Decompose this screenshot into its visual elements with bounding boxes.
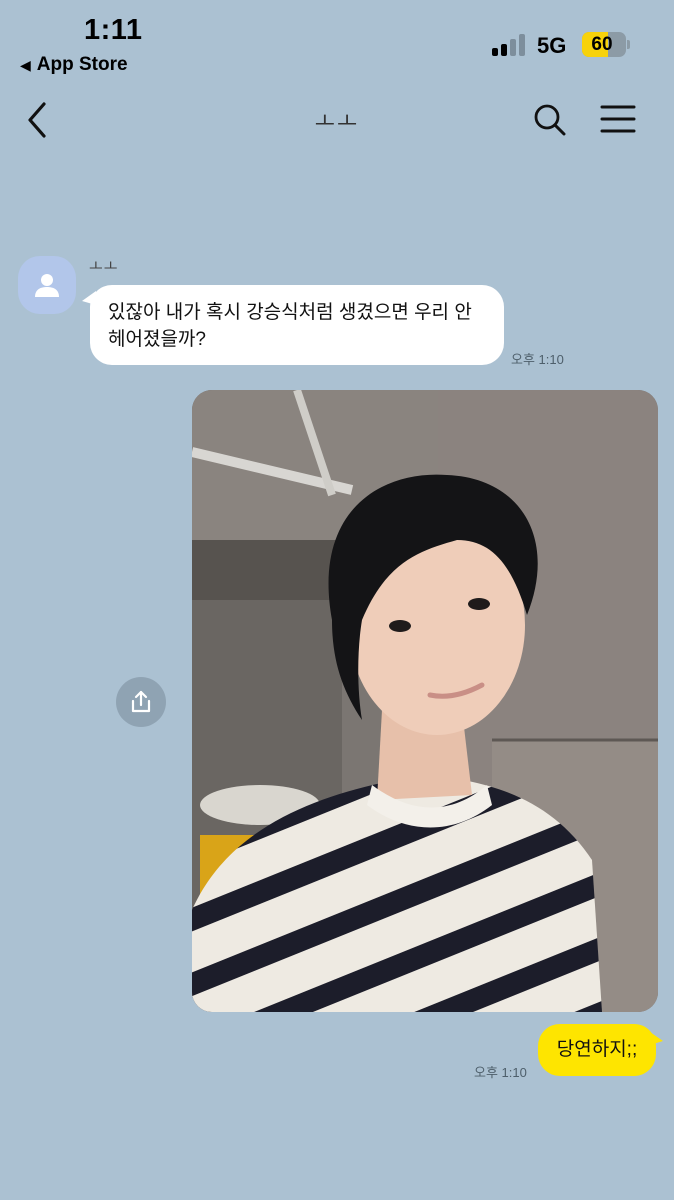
outgoing-message-bubble[interactable]: 당연하지;; xyxy=(538,1024,663,1076)
battery-level: 60 xyxy=(591,34,613,55)
battery-icon: 60 xyxy=(582,32,626,57)
shared-photo[interactable] xyxy=(192,390,658,1012)
menu-icon[interactable] xyxy=(600,104,636,134)
back-triangle-icon: ◀ xyxy=(20,56,31,73)
share-button[interactable] xyxy=(116,677,166,727)
back-app-label: App Store xyxy=(36,54,128,75)
search-icon[interactable] xyxy=(532,102,568,138)
chat-screen: 1:11 ◀ App Store 5G 60 ㅗㅗ ㅗㅗ 있잖아 내가 혹시 강… xyxy=(0,0,674,1200)
network-type: 5G xyxy=(537,33,567,58)
bubble-tail xyxy=(82,291,96,305)
outgoing-message-time: 오후 1:10 xyxy=(474,1065,527,1080)
incoming-message-text: 있잖아 내가 혹시 강승식처럼 생겼으면 우리 안 헤어졌을까? xyxy=(108,302,472,350)
incoming-message-time: 오후 1:10 xyxy=(511,352,564,367)
back-to-app-link[interactable]: ◀ App Store xyxy=(20,54,128,76)
incoming-message-bubble[interactable]: 있잖아 내가 혹시 강승식처럼 생겼으면 우리 안 헤어졌을까? xyxy=(82,285,504,365)
signal-icon xyxy=(492,34,526,56)
share-icon xyxy=(131,690,151,713)
sender-name: ㅗㅗ xyxy=(89,258,119,275)
outgoing-message-text: 당연하지;; xyxy=(556,1039,638,1060)
bubble-tail xyxy=(650,1032,663,1045)
chat-title: ㅗㅗ xyxy=(314,109,360,134)
status-time: 1:11 xyxy=(84,14,143,46)
battery-tip xyxy=(627,40,630,49)
avatar[interactable] xyxy=(18,256,76,314)
person-icon xyxy=(35,274,59,297)
